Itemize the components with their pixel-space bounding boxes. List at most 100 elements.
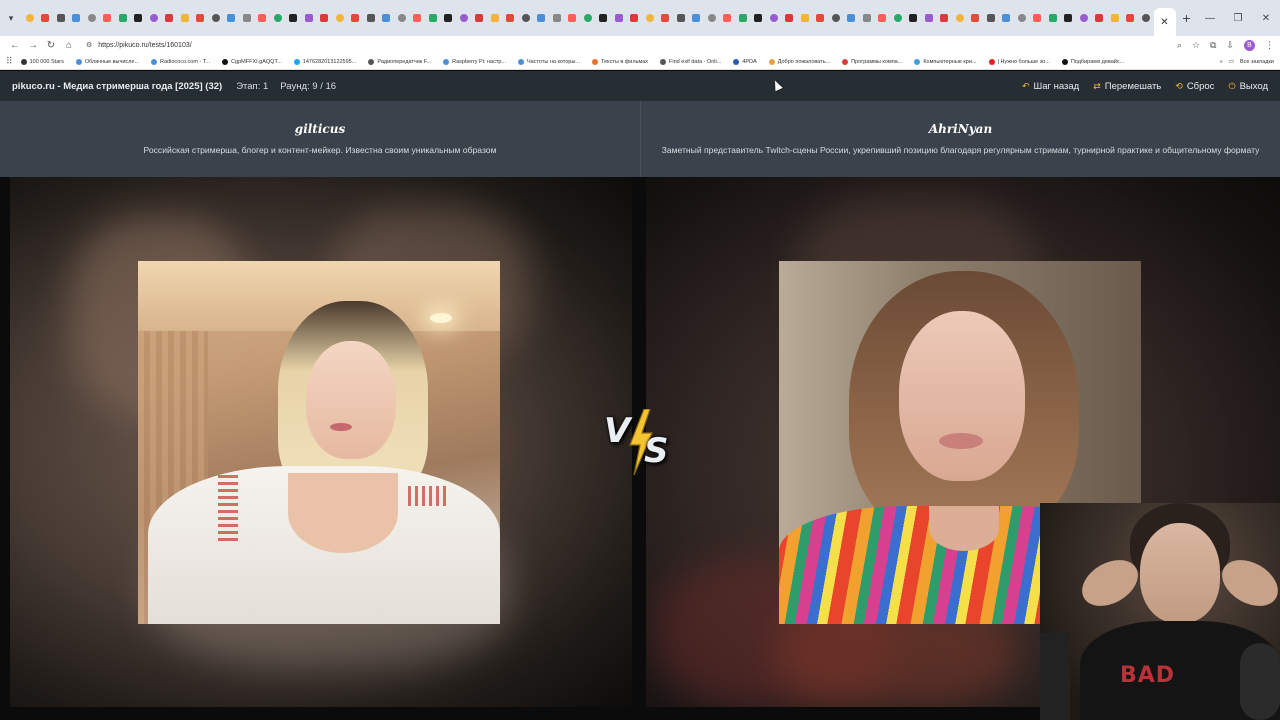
tab-favicon[interactable] — [162, 0, 178, 36]
tab-favicon[interactable] — [658, 0, 674, 36]
tab-favicon[interactable] — [859, 0, 875, 36]
new-tab-button[interactable]: + — [1176, 10, 1198, 26]
minimize-icon[interactable]: — — [1196, 13, 1224, 24]
tab-favicon[interactable] — [115, 0, 131, 36]
tab-favicon[interactable] — [177, 0, 193, 36]
bookmark-item[interactable]: 100 000 Stars — [20, 58, 64, 65]
tab-favicon[interactable] — [146, 0, 162, 36]
bookmark-item[interactable]: 4PDA — [733, 58, 757, 65]
tab-favicon[interactable] — [735, 0, 751, 36]
close-tab-icon[interactable]: ✕ — [1160, 17, 1168, 28]
tab-search-icon[interactable]: ▾ — [4, 11, 18, 25]
menu-dots-icon[interactable]: ⋮ — [1265, 40, 1274, 51]
bookmark-item[interactable]: CgpMFFXI.gAQQT... — [222, 58, 282, 65]
tab-favicon[interactable] — [193, 0, 209, 36]
tab-favicon[interactable] — [689, 0, 705, 36]
tab-favicon[interactable] — [38, 0, 54, 36]
tab-favicon[interactable] — [813, 0, 829, 36]
tab-favicon[interactable] — [503, 0, 519, 36]
tab-favicon[interactable] — [999, 0, 1015, 36]
tab-favicon[interactable] — [565, 0, 581, 36]
bookmark-item[interactable]: Добро пожаловать... — [768, 58, 830, 65]
tab-favicon[interactable] — [487, 0, 503, 36]
bookmark-item[interactable]: Радиопередатчик F... — [368, 58, 431, 65]
tab-favicon[interactable] — [596, 0, 612, 36]
tab-favicon[interactable] — [379, 0, 395, 36]
tab-favicon[interactable] — [425, 0, 441, 36]
bookmark-item[interactable]: | Нужно больше зо... — [988, 58, 1050, 65]
tab-favicon[interactable] — [1030, 0, 1046, 36]
active-tab[interactable]: ✕ — [1153, 8, 1176, 36]
tab-favicon[interactable] — [332, 0, 348, 36]
left-candidate-photo[interactable] — [138, 261, 500, 624]
tab-favicon[interactable] — [472, 0, 488, 36]
tab-favicon[interactable] — [906, 0, 922, 36]
tab-favicon[interactable] — [673, 0, 689, 36]
tab-favicon[interactable] — [363, 0, 379, 36]
tab-favicon[interactable] — [301, 0, 317, 36]
tab-favicon[interactable] — [348, 0, 364, 36]
close-window-icon[interactable]: ✕ — [1252, 13, 1280, 24]
bookmark-item[interactable]: Radiococo.com - T... — [151, 58, 210, 65]
tab-favicon[interactable] — [1092, 0, 1108, 36]
tab-favicon[interactable] — [1045, 0, 1061, 36]
tab-favicon[interactable] — [518, 0, 534, 36]
tab-favicon[interactable] — [580, 0, 596, 36]
bookmark-item[interactable]: Облачные вычисле... — [75, 58, 139, 65]
tab-favicon[interactable] — [410, 0, 426, 36]
tab-favicon[interactable] — [131, 0, 147, 36]
tab-favicon[interactable] — [1107, 0, 1123, 36]
profile-avatar[interactable]: B — [1244, 39, 1255, 51]
tab-favicon[interactable] — [704, 0, 720, 36]
tab-favicon[interactable] — [22, 0, 38, 36]
bookmark-item[interactable]: Find exif data - Onli... — [660, 58, 721, 65]
tab-favicon[interactable] — [828, 0, 844, 36]
tab-favicon[interactable] — [224, 0, 240, 36]
tab-favicon[interactable] — [100, 0, 116, 36]
tab-favicon[interactable] — [208, 0, 224, 36]
bookmark-item[interactable]: Raspberry Pi: настр... — [443, 58, 506, 65]
exit-button[interactable]: ⏻ Выход — [1228, 81, 1268, 92]
bookmark-item[interactable]: 1476282013122595... — [293, 58, 356, 65]
restore-icon[interactable]: ❐ — [1224, 13, 1252, 24]
bookmark-star-icon[interactable]: ☆ — [1192, 40, 1200, 51]
tab-favicon[interactable] — [441, 0, 457, 36]
tab-favicon[interactable] — [642, 0, 658, 36]
tab-favicon[interactable] — [534, 0, 550, 36]
tab-favicon[interactable] — [890, 0, 906, 36]
tab-favicon[interactable] — [394, 0, 410, 36]
tab-favicon[interactable] — [286, 0, 302, 36]
tab-favicon[interactable] — [1061, 0, 1077, 36]
tab-favicon[interactable] — [270, 0, 286, 36]
tab-favicon[interactable] — [983, 0, 999, 36]
tab-favicon[interactable] — [1014, 0, 1030, 36]
tab-favicon[interactable] — [844, 0, 860, 36]
tab-favicon[interactable] — [611, 0, 627, 36]
tab-favicon[interactable] — [1123, 0, 1139, 36]
bookmark-item[interactable]: Частоты на которы... — [517, 58, 580, 65]
page-title[interactable]: pikuco.ru - Медиа стримерша года [2025] … — [12, 81, 222, 92]
tab-favicon[interactable] — [84, 0, 100, 36]
tab-favicon[interactable] — [751, 0, 767, 36]
apps-grid-icon[interactable]: ⠿ — [6, 56, 13, 67]
tab-favicon[interactable] — [549, 0, 565, 36]
tab-favicon[interactable] — [627, 0, 643, 36]
extensions-icon[interactable]: ⧉ — [1210, 40, 1216, 51]
home-icon[interactable]: ⌂ — [60, 40, 78, 51]
tab-favicon[interactable] — [782, 0, 798, 36]
tab-favicon[interactable] — [317, 0, 333, 36]
tab-favicon[interactable] — [69, 0, 85, 36]
tab-favicon[interactable] — [921, 0, 937, 36]
tab-favicon[interactable] — [797, 0, 813, 36]
tab-favicon[interactable] — [937, 0, 953, 36]
url-field[interactable]: ⚙ https://pikuco.ru/tests/160103/ — [86, 41, 1177, 50]
tab-favicon[interactable] — [239, 0, 255, 36]
downloads-icon[interactable]: ⇩ — [1226, 40, 1234, 51]
bookmark-item[interactable]: Тексты в фильмах — [592, 58, 648, 65]
bookmark-item[interactable]: Компьютерные кри... — [914, 58, 977, 65]
reset-button[interactable]: ⟲ Сброс — [1175, 81, 1214, 92]
all-bookmarks-link[interactable]: Все закладки — [1240, 59, 1274, 65]
tab-favicon[interactable] — [53, 0, 69, 36]
shuffle-button[interactable]: ⇄ Перемешать — [1093, 81, 1161, 92]
tab-favicon[interactable] — [766, 0, 782, 36]
